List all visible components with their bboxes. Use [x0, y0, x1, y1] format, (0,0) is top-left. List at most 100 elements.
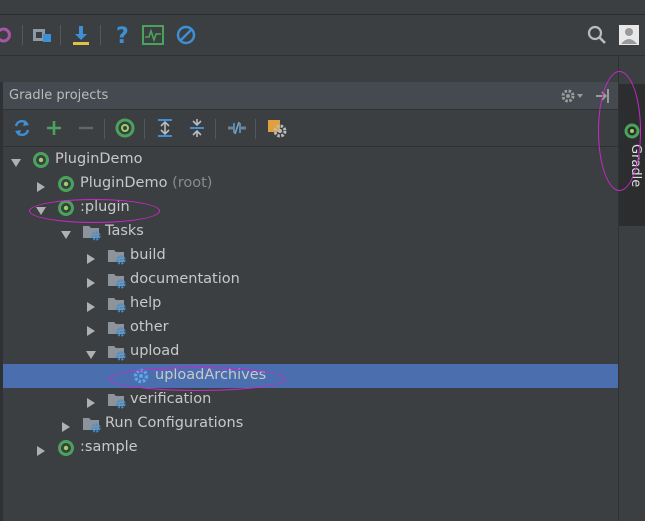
- download-sdk-icon[interactable]: [68, 22, 94, 48]
- expand-arrow-right-icon[interactable]: [60, 418, 72, 432]
- task-gear-icon: [132, 367, 151, 385]
- expand-arrow-down-icon[interactable]: [10, 154, 22, 167]
- tree-item-label: other: [130, 319, 169, 335]
- toggle-offline-icon[interactable]: [225, 116, 249, 140]
- expand-arrow-right-icon[interactable]: [35, 442, 47, 456]
- tree-row[interactable]: :sample: [3, 436, 618, 460]
- collapse-all-icon[interactable]: [185, 116, 209, 140]
- tree-row[interactable]: other: [3, 316, 618, 340]
- project-structure-icon[interactable]: [29, 22, 55, 48]
- hide-panel-icon[interactable]: [593, 86, 613, 106]
- tree-row[interactable]: PluginDemo: [3, 148, 618, 172]
- gradle-project-icon: [57, 439, 76, 457]
- tree-row[interactable]: Run Configurations: [3, 412, 618, 436]
- refresh-icon[interactable]: [10, 116, 34, 140]
- tree-row[interactable]: verification: [3, 388, 618, 412]
- tree-item-label: :plugin: [80, 199, 130, 215]
- gradle-project-icon: [57, 199, 76, 217]
- gradle-tree: PluginDemo PluginDemo (root):plugin Tasks b…: [3, 148, 618, 521]
- tree-row[interactable]: PluginDemo (root): [3, 172, 618, 196]
- gradle-tool-window: Gradle projects PluginDemo PluginDemo (r…: [3, 82, 618, 521]
- expand-arrow-down-icon[interactable]: [60, 226, 72, 239]
- gradle-tab-label: Gradle: [628, 144, 643, 188]
- gradle-tool-tab[interactable]: Gradle: [619, 84, 645, 226]
- expand-arrow-right-icon[interactable]: [85, 394, 97, 408]
- editor-gap: [0, 56, 645, 82]
- tree-item-text: verification: [130, 391, 212, 407]
- tree-item-text: other: [130, 319, 169, 335]
- tasks-folder-icon: [107, 247, 126, 265]
- main-toolbar: ?: [0, 15, 645, 56]
- tree-item-text: Run Configurations: [105, 415, 244, 431]
- gear-icon[interactable]: [559, 86, 589, 106]
- tree-row[interactable]: build: [3, 244, 618, 268]
- tree-item-text: Tasks: [105, 223, 144, 239]
- tree-row[interactable]: Tasks: [3, 220, 618, 244]
- tree-item-label: Run Configurations: [105, 415, 243, 431]
- toolbar-separator: [144, 119, 145, 139]
- gradle-project-icon: [32, 151, 51, 169]
- remove-icon[interactable]: [74, 116, 98, 140]
- tree-item-text: build: [130, 247, 166, 263]
- activity-monitor-icon[interactable]: [140, 22, 166, 48]
- tree-item-label: help: [130, 295, 161, 311]
- tree-row[interactable]: uploadArchives: [3, 364, 618, 388]
- search-icon[interactable]: [584, 22, 610, 48]
- user-avatar-icon[interactable]: [616, 22, 642, 48]
- tree-row[interactable]: :plugin: [3, 196, 618, 220]
- tree-item-label: verification: [130, 391, 211, 407]
- tree-item-label: PluginDemo: [55, 151, 142, 167]
- expand-arrow-right-icon[interactable]: [85, 298, 97, 312]
- right-tool-strip: Gradle: [618, 56, 645, 521]
- tasks-folder-icon: [82, 223, 101, 241]
- tree-item-label: uploadArchives: [155, 367, 266, 383]
- tree-row[interactable]: documentation: [3, 268, 618, 292]
- tree-item-label: :sample: [80, 439, 138, 455]
- tasks-folder-icon: [107, 319, 126, 337]
- tree-item-suffix: (root): [172, 175, 213, 191]
- panel-header: Gradle projects: [3, 82, 618, 110]
- expand-arrow-right-icon[interactable]: [85, 250, 97, 264]
- expand-arrow-right-icon[interactable]: [85, 322, 97, 336]
- add-icon[interactable]: [42, 116, 66, 140]
- tree-item-text: help: [130, 295, 162, 311]
- window-top-strip: [0, 0, 645, 15]
- expand-arrow-down-icon[interactable]: [85, 346, 97, 359]
- panel-toolbar: [3, 110, 618, 147]
- gradle-project-icon: [57, 175, 76, 193]
- expand-arrow-right-icon[interactable]: [85, 274, 97, 288]
- toolbar-separator: [255, 119, 256, 139]
- no-entry-icon[interactable]: [173, 22, 199, 48]
- tree-item-text: PluginDemo: [55, 151, 143, 167]
- tree-item-label: build: [130, 247, 166, 263]
- expand-arrow-right-icon[interactable]: [35, 178, 47, 192]
- tree-item-label: Tasks: [105, 223, 144, 239]
- execute-gradle-task-icon[interactable]: [113, 116, 137, 140]
- help-icon[interactable]: ?: [109, 22, 135, 48]
- tasks-folder-icon: [107, 343, 126, 361]
- toolbar-separator: [22, 25, 23, 45]
- expand-all-icon[interactable]: [153, 116, 177, 140]
- expand-arrow-down-icon[interactable]: [35, 202, 47, 215]
- toolbar-separator: [60, 25, 61, 45]
- tasks-folder-icon: [107, 391, 126, 409]
- tree-row[interactable]: upload: [3, 340, 618, 364]
- sync-back-icon[interactable]: [0, 22, 18, 48]
- tree-item-text: :plugin: [80, 199, 130, 215]
- tasks-folder-icon: [107, 295, 126, 313]
- tree-item-text: uploadArchives: [155, 367, 267, 383]
- tasks-folder-icon: [107, 271, 126, 289]
- toolbar-separator: [215, 119, 216, 139]
- tree-item-text: documentation: [130, 271, 240, 287]
- svg-text:?: ?: [116, 24, 129, 46]
- tasks-folder-icon: [82, 415, 101, 433]
- tree-item-label: upload: [130, 343, 179, 359]
- tree-item-text: :sample: [80, 439, 138, 455]
- gradle-settings-icon[interactable]: [265, 116, 289, 140]
- tree-item-text: PluginDemo: [80, 175, 168, 191]
- tree-row[interactable]: help: [3, 292, 618, 316]
- tree-item-label: documentation: [130, 271, 240, 287]
- panel-title: Gradle projects: [9, 88, 109, 103]
- toolbar-separator: [100, 25, 101, 45]
- tree-item-label: PluginDemo (root): [80, 175, 212, 191]
